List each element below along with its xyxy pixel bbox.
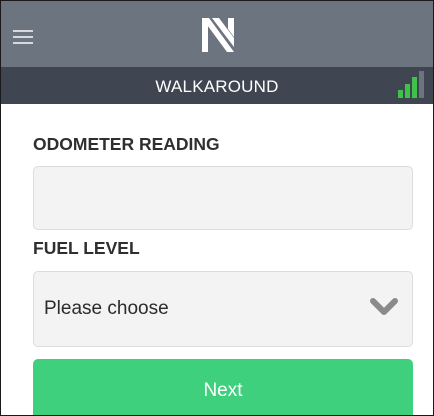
page-title: WALKAROUND <box>155 77 279 96</box>
hamburger-menu-icon[interactable] <box>13 30 33 44</box>
signal-bars-icon <box>398 71 424 98</box>
title-bar: WALKAROUND <box>1 67 433 104</box>
chevron-down-icon <box>370 298 398 315</box>
app-frame: WALKAROUND ODOMETER READING FUEL LEVEL P… <box>0 0 434 416</box>
fuel-level-select[interactable]: Please choose <box>33 271 413 347</box>
top-bar <box>1 1 433 67</box>
fuel-level-selected-value: Please choose <box>44 298 169 319</box>
next-button[interactable]: Next <box>33 359 413 415</box>
form-content: ODOMETER READING FUEL LEVEL Please choos… <box>1 104 433 415</box>
n-logo-icon <box>202 18 234 52</box>
odometer-input[interactable] <box>33 166 413 230</box>
fuel-level-label: FUEL LEVEL <box>33 238 140 258</box>
odometer-label: ODOMETER READING <box>33 134 220 154</box>
